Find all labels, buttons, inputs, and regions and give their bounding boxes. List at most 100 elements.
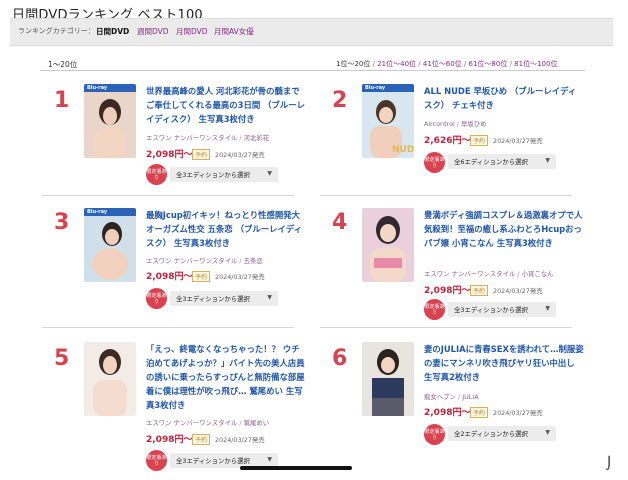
ranking-item-5: 5 「えっ、終電なくなっちゃった！？ ウチ泊めてあげよっか？」バイト先の美人店員… [42,342,305,471]
edition-select[interactable]: 全3エディションから選択 ▼ [170,291,278,306]
reserve-badge: 予約 [192,434,211,445]
actress-link[interactable]: 早坂ひめ [461,120,487,128]
product-title-link[interactable]: 「えっ、終電なくなっちゃった！？ ウチ泊めてあげよっか？」バイト先の美人店員の誘… [146,342,306,412]
divider [40,70,585,71]
limited-edition-badge: 限定版あり [146,288,167,309]
maker-line: エスワン ナンバーワンスタイル / 五条恋 [146,257,263,265]
actress-link[interactable]: 小宵こなん [522,270,554,278]
release-date: 2024/03/27発売 [493,137,543,145]
maker-link[interactable]: 痴女ヘブン [424,393,456,401]
actress-link[interactable]: 五条恋 [244,257,263,265]
product-title-link[interactable]: 妻のJULIAに青春SEXを誘われて…制服姿の妻にマンネリ吹き飛びヤリ狂い中出し… [424,342,584,384]
ranking-item-2: 2 Blu-ray NUDE ALL NUDE 早坂ひめ （ブルーレイディスク）… [320,84,580,204]
product-thumbnail[interactable]: Blu-ray [84,208,136,282]
chevron-down-icon: ▼ [545,305,550,312]
rank-number: 2 [332,88,348,113]
edition-select[interactable]: 全2エディションから選択 ▼ [448,426,556,441]
limited-edition-badge: 限定版あり [424,424,445,445]
ranking-item-1: 1 Blu-ray 世界最高峰の愛人 河北彩花が骨の髄までご奉仕してくれる最高の… [42,84,305,204]
maker-line: エスワン ナンバーワンスタイル / 鷲尾めい [146,419,270,427]
maker-link[interactable]: エスワン ナンバーワンスタイル [146,257,237,265]
page-current: 1位〜20位 [336,60,371,68]
rank-number: 3 [54,210,70,235]
pager-sep: / [509,60,512,68]
rank-number: 4 [332,210,348,235]
chevron-down-icon: ▼ [545,429,550,436]
product-title-link[interactable]: ALL NUDE 早坂ひめ （ブルーレイディスク） チェキ付き [424,84,584,112]
release-date: 2024/03/27発売 [215,436,265,444]
release-date: 2024/03/27発売 [215,151,265,159]
maker-line: Aircontrol / 早坂ひめ [424,120,487,128]
edition-select[interactable]: 全3エディションから選択 ▼ [170,167,278,182]
category-link-weekly-dvd[interactable]: 週間DVD [137,26,169,37]
limited-edition-badge: 限定版あり [424,152,445,173]
price: 2,098円〜 [146,150,193,160]
price: 2,098円〜 [424,286,471,296]
limited-edition-badge: 限定版あり [146,164,167,185]
category-link-monthly-actress[interactable]: 月間AV女優 [214,26,254,37]
pager-sep: / [372,60,375,68]
maker-line: 痴女ヘブン / JULIA [424,393,479,401]
product-title-link[interactable]: 世界最高峰の愛人 河北彩花が骨の髄までご奉仕してくれる最高の3日間 （ブルーレイ… [146,84,306,126]
price: 2,626円〜 [424,136,471,146]
scroll-indicator-icon: ⌡ [606,456,613,470]
release-date: 2024/03/27発売 [215,273,265,281]
badge-text: 限定版あり [146,169,167,181]
reserve-badge: 予約 [470,135,489,146]
product-thumbnail[interactable] [362,342,414,416]
edition-select-value: 全6エディションから選択 [454,158,528,166]
ranking-item-6: 6 妻のJULIAに青春SEXを誘われて…制服姿の妻にマンネリ吹き飛びヤリ狂い中… [320,342,584,462]
pager-sep: / [418,60,421,68]
maker-link[interactable]: エスワン ナンバーワンスタイル [146,134,237,142]
product-thumbnail[interactable]: Blu-ray [84,84,136,158]
chevron-down-icon: ▼ [545,157,550,164]
page-link-81-100[interactable]: 81位〜100位 [514,60,557,68]
divider [320,327,572,328]
home-indicator[interactable] [240,466,352,470]
edition-select[interactable]: 全6エディションから選択 ▼ [448,154,556,169]
page-link-21-40[interactable]: 21位〜40位 [377,60,416,68]
ranking-item-3: 3 Blu-ray 最胸Jcup初イキッ！ねっとり性感開発大オーガズム性交 五条… [42,208,302,328]
divider [42,195,294,196]
ranking-item-4: 4 豊満ボディ強調コスプレ＆過激裏オプで人気殺到！至福の癒し系ふわとろHcupお… [320,208,583,328]
page-link-61-80[interactable]: 61位〜80位 [469,60,508,68]
product-thumbnail[interactable] [362,208,414,282]
reserve-badge: 予約 [470,407,489,418]
rank-number: 1 [54,88,70,113]
chevron-down-icon: ▼ [267,294,272,301]
svg-text:NUDE: NUDE [392,145,414,155]
badge-text: 限定版あり [424,304,445,316]
actress-link[interactable]: JULIA [462,393,478,401]
maker-link[interactable]: エスワン ナンバーワンスタイル [424,270,515,278]
reserve-badge: 予約 [192,149,211,160]
release-date: 2024/03/27発売 [493,409,543,417]
range-label: 1〜20位 [48,60,78,69]
actress-link[interactable]: 鷲尾めい [244,419,270,427]
chevron-down-icon: ▼ [267,170,272,177]
pager-sep: / [463,60,467,68]
page-link-41-60[interactable]: 41位〜60位 [423,60,462,68]
rank-number: 6 [332,346,348,371]
product-thumbnail[interactable] [84,342,136,416]
ranking-category-bar: ランキングカテゴリー： 日間DVD 週間DVD 月間DVD 月間AV女優 [10,18,613,46]
edition-select-value: 全2エディションから選択 [454,430,528,438]
maker-link[interactable]: エスワン ナンバーワンスタイル [146,419,237,427]
product-thumbnail[interactable]: Blu-ray NUDE [362,84,414,158]
product-title-link[interactable]: 最胸Jcup初イキッ！ねっとり性感開発大オーガズム性交 五条恋 （ブルーレイディ… [146,208,306,250]
reserve-badge: 予約 [192,271,211,282]
edition-select[interactable]: 全3エディションから選択 ▼ [448,302,556,317]
maker-link[interactable]: Aircontrol [424,120,455,128]
category-link-monthly-dvd[interactable]: 月間DVD [176,26,208,37]
price: 2,098円〜 [146,435,193,445]
limited-edition-badge: 限定版あり [146,450,167,471]
price: 2,098円〜 [424,408,471,418]
category-link-daily-dvd[interactable]: 日間DVD [96,26,129,37]
reserve-badge: 予約 [470,285,489,296]
product-title-link[interactable]: 豊満ボディ強調コスプレ＆過激裏オプで人気殺到！至福の癒し系ふわとろHcupおっパ… [424,208,584,250]
badge-text: 限定版あり [146,293,167,305]
actress-link[interactable]: 河北彩花 [244,134,270,142]
divider [320,195,572,196]
chevron-down-icon: ▼ [267,456,272,463]
edition-select-value: 全3エディションから選択 [176,457,250,465]
badge-text: 限定版あり [424,157,445,169]
